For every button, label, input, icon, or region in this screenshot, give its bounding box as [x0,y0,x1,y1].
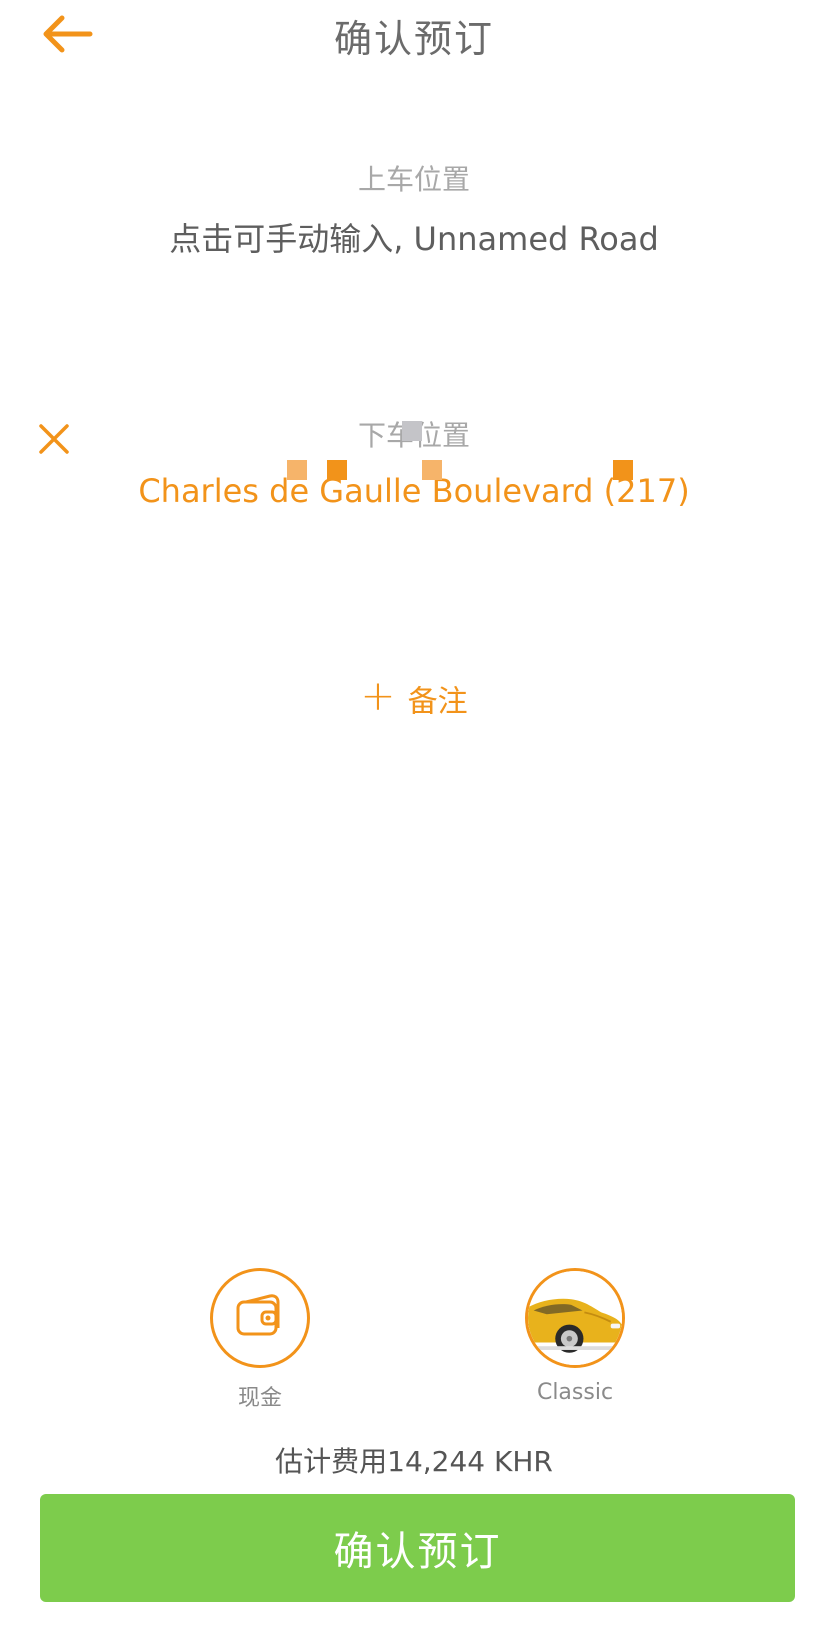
vehicle-label: Classic [536,1380,614,1405]
payment-method-button[interactable]: 现金 [160,1268,360,1412]
pickup-label: 上车位置 [357,163,470,196]
loading-dot [613,460,633,480]
payment-circle [210,1268,310,1368]
pickup-location-input[interactable]: 点击可手动输入, Unnamed Road [0,214,828,260]
vehicle-circle [525,1268,625,1368]
vehicle-type-button[interactable]: Classic [475,1268,675,1405]
car-icon [528,1271,622,1365]
loading-dot [402,421,422,441]
note-label: 备注 [407,684,468,720]
payment-label: 现金 [237,1386,282,1411]
plus-icon: + [360,671,396,720]
confirm-booking-button[interactable]: 确认预订 [40,1494,795,1602]
wallet-icon [236,1294,280,1336]
loading-dot [422,460,442,480]
loading-dot [287,460,307,480]
page-title: 确认预订 [333,17,494,61]
loading-dot [327,460,347,480]
estimated-fare: 估计费用14,244 KHR [275,1445,553,1478]
dropoff-location-input[interactable]: Charles de Gaulle Boulevard (217) [0,472,828,510]
header: 确认预订 [0,0,828,70]
add-note-button[interactable]: + 备注 [0,671,828,723]
